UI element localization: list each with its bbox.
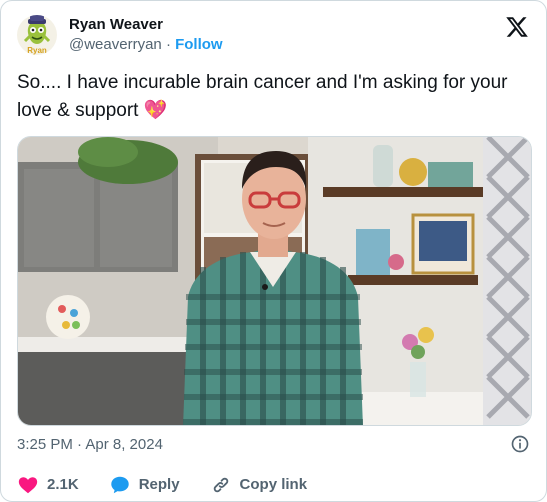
follow-button[interactable]: Follow xyxy=(175,36,223,53)
reply-label: Reply xyxy=(138,476,180,493)
embedded-tweet-card: Ryan Ryan Weaver @weaverryan · Follow So… xyxy=(0,0,547,502)
avatar-illustration: Ryan xyxy=(17,15,57,55)
reply-button[interactable]: Reply xyxy=(109,474,180,496)
link-icon xyxy=(213,477,228,493)
avatar-label: Ryan xyxy=(27,46,47,55)
sparkling-heart-emoji: 💖 xyxy=(143,100,168,121)
tweet-body: So.... I have incurable brain cancer and… xyxy=(17,72,508,121)
x-logo-icon[interactable] xyxy=(504,15,530,39)
info-icon[interactable] xyxy=(510,434,530,454)
tweet-media-photo[interactable] xyxy=(17,136,532,426)
tweet-timestamp[interactable]: 3:25 PM · Apr 8, 2024 xyxy=(17,436,163,453)
display-name[interactable]: Ryan Weaver xyxy=(69,15,223,35)
tweet-header: Ryan Ryan Weaver @weaverryan · Follow xyxy=(17,13,530,61)
copy-link-button[interactable]: Copy link xyxy=(210,474,308,496)
copy-link-label: Copy link xyxy=(239,476,308,493)
user-identity: Ryan Weaver @weaverryan · Follow xyxy=(69,15,223,55)
kitchen-photo xyxy=(18,137,531,425)
avatar[interactable]: Ryan xyxy=(17,15,57,55)
heart-icon xyxy=(18,477,38,494)
tweet-actions: 2.1K Reply Copy link xyxy=(17,471,337,499)
timestamp-row: 3:25 PM · Apr 8, 2024 xyxy=(17,432,530,456)
separator-dot: · xyxy=(165,36,171,53)
speech-bubble-icon xyxy=(110,476,129,494)
like-count: 2.1K xyxy=(47,476,79,493)
tweet-text: So.... I have incurable brain cancer and… xyxy=(17,69,532,125)
user-handle[interactable]: @weaverryan xyxy=(69,36,162,53)
handle-row: @weaverryan · Follow xyxy=(69,35,223,55)
like-button[interactable]: 2.1K xyxy=(17,474,79,496)
